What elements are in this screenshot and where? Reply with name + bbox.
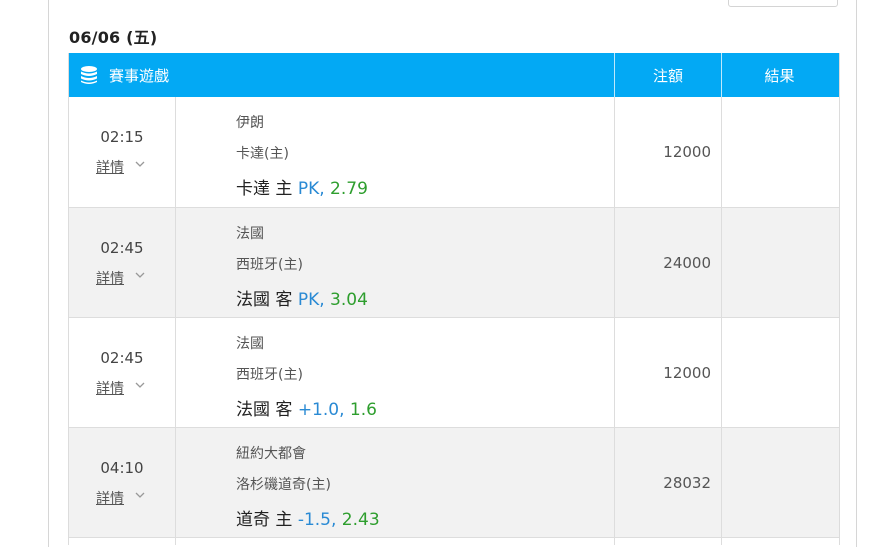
away-team: 法國 — [236, 336, 264, 352]
chevron-down-icon[interactable] — [135, 270, 145, 280]
result-cell — [722, 208, 837, 317]
header-game-label: 賽事遊戲 — [109, 66, 170, 85]
bet-handicap: PK, — [297, 179, 325, 199]
bet-handicap: PK, — [297, 290, 325, 310]
bet-selection: 法國 客 +1.0, 1.6 — [236, 395, 377, 420]
away-team: 紐約大都會 — [236, 446, 306, 462]
game-cell: 法國 西班牙(主) 法國 客 +1.0, 1.6 — [176, 318, 615, 427]
detail-link[interactable]: 詳情 — [96, 268, 124, 288]
stake-cell — [615, 538, 722, 545]
match-time: 02:45 — [100, 349, 144, 367]
database-icon — [79, 65, 99, 85]
stake-amount: 24000 — [663, 254, 711, 272]
home-team: 西班牙(主) — [236, 367, 303, 383]
date-heading: 06/06 (五) — [69, 28, 158, 47]
stake-amount: 12000 — [663, 143, 711, 161]
match-time: 02:15 — [100, 128, 144, 146]
away-team: 法國 — [236, 226, 264, 242]
home-team: 洛杉磯道奇(主) — [236, 477, 331, 493]
stake-cell: 12000 — [615, 318, 722, 427]
time-cell: 04:10 詳情 — [69, 428, 176, 537]
result-cell — [722, 538, 837, 545]
panel-left-border — [48, 0, 49, 547]
bet-odds: 2.43 — [341, 510, 380, 530]
bet-pick: 法國 客 — [236, 290, 293, 310]
time-cell — [69, 538, 176, 545]
stake-cell: 24000 — [615, 208, 722, 317]
match-time: 04:10 — [100, 459, 144, 477]
bet-odds: 2.79 — [330, 179, 368, 199]
header-result-column: 結果 — [722, 53, 837, 97]
detail-link[interactable]: 詳情 — [96, 378, 124, 398]
match-time: 02:45 — [100, 239, 144, 257]
table-row: 02:45 詳情 法國 西班牙(主) 法國 客 +1.0, 1.6 12000 — [69, 317, 839, 427]
home-team: 西班牙(主) — [236, 257, 303, 273]
chevron-down-icon[interactable] — [135, 380, 145, 390]
panel-right-border — [856, 0, 857, 547]
game-cell: 法國 西班牙(主) 法國 客 PK, 3.04 — [176, 208, 615, 317]
bet-selection: 卡達 主 PK, 2.79 — [236, 174, 368, 199]
away-team: 伊朗 — [236, 115, 264, 131]
page: 06/06 (五) 賽事遊戲 注額 結果 02:15 詳情 伊朗 卡達(主) 卡… — [0, 0, 873, 547]
top-select-box[interactable] — [728, 0, 838, 7]
home-team: 卡達(主) — [236, 146, 289, 162]
result-cell — [722, 428, 837, 537]
header-stake-column: 注額 — [615, 53, 722, 97]
stake-cell: 28032 — [615, 428, 722, 537]
table-row: 02:45 詳情 法國 西班牙(主) 法國 客 PK, 3.04 24000 — [69, 207, 839, 317]
game-cell: 紐約大都會 洛杉磯道奇(主) 道奇 主 -1.5, 2.43 — [176, 428, 615, 537]
detail-link[interactable]: 詳情 — [96, 488, 124, 508]
bet-pick: 卡達 主 — [236, 179, 293, 199]
bet-pick: 道奇 主 — [236, 510, 293, 530]
game-cell: 伊朗 卡達(主) 卡達 主 PK, 2.79 — [176, 97, 615, 207]
bet-handicap: +1.0, — [297, 400, 345, 420]
stake-cell: 12000 — [615, 97, 722, 207]
detail-link[interactable]: 詳情 — [96, 157, 124, 177]
header-game-column: 賽事遊戲 — [69, 53, 615, 97]
time-cell: 02:15 詳情 — [69, 97, 176, 207]
bet-handicap: -1.5, — [297, 510, 337, 530]
bet-odds: 3.04 — [330, 290, 368, 310]
time-cell: 02:45 詳情 — [69, 318, 176, 427]
stake-amount: 12000 — [663, 364, 711, 382]
time-cell: 02:45 詳情 — [69, 208, 176, 317]
table-row: 04:10 詳情 紐約大都會 洛杉磯道奇(主) 道奇 主 -1.5, 2.43 … — [69, 427, 839, 537]
bet-selection: 道奇 主 -1.5, 2.43 — [236, 505, 380, 530]
result-cell — [722, 318, 837, 427]
game-cell — [176, 538, 615, 545]
stake-amount: 28032 — [663, 474, 711, 492]
bet-table: 賽事遊戲 注額 結果 02:15 詳情 伊朗 卡達(主) 卡達 主 PK, 2.… — [68, 53, 840, 545]
table-row-partial — [69, 537, 839, 545]
header-result-label: 結果 — [764, 66, 795, 85]
bet-selection: 法國 客 PK, 3.04 — [236, 285, 368, 310]
bet-odds: 1.6 — [349, 400, 377, 420]
bet-pick: 法國 客 — [236, 400, 293, 420]
table-row: 02:15 詳情 伊朗 卡達(主) 卡達 主 PK, 2.79 12000 — [69, 97, 839, 207]
header-stake-label: 注額 — [652, 66, 683, 85]
chevron-down-icon[interactable] — [135, 490, 145, 500]
table-header: 賽事遊戲 注額 結果 — [69, 53, 839, 97]
result-cell — [722, 97, 837, 207]
chevron-down-icon[interactable] — [135, 159, 145, 169]
